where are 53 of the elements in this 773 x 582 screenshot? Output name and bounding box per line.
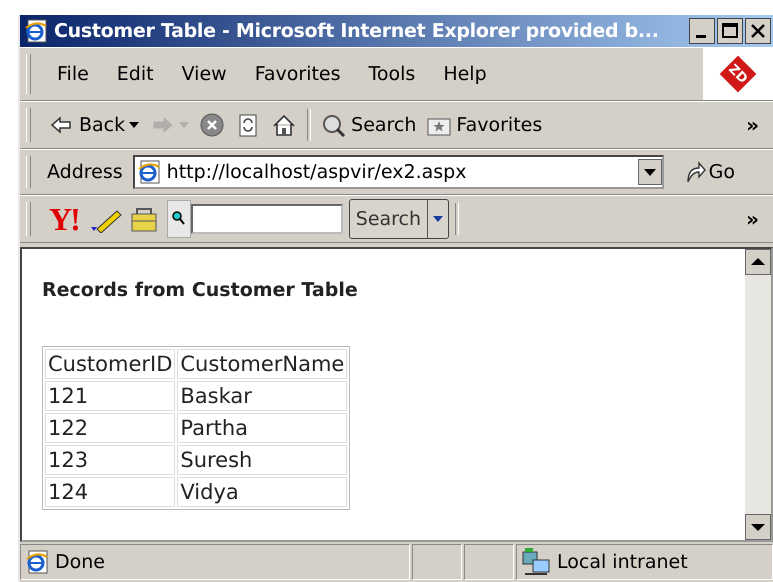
dropdown-icon <box>433 216 444 222</box>
home-button[interactable] <box>271 113 298 137</box>
table-cell: Partha <box>177 413 348 443</box>
table-cell: Vidya <box>177 477 348 507</box>
scroll-up-icon[interactable] <box>745 249 771 275</box>
scrollbar[interactable] <box>745 249 771 540</box>
scroll-down-icon[interactable] <box>745 514 771 540</box>
page-icon <box>136 159 161 185</box>
go-button[interactable]: Go <box>672 160 744 184</box>
browser-icon <box>24 18 48 44</box>
table-cell: 124 <box>45 477 176 507</box>
address-label: Address <box>47 161 124 183</box>
column-header: CustomerID <box>45 349 176 379</box>
status-pane <box>464 544 514 580</box>
menu-item[interactable]: Help <box>433 61 497 87</box>
page-icon <box>25 549 49 575</box>
column-header: CustomerName <box>177 349 348 379</box>
minimize-icon[interactable] <box>689 18 715 44</box>
dropdown-icon <box>129 122 140 128</box>
search-field[interactable] <box>190 204 343 234</box>
more-button[interactable]: » <box>732 207 773 231</box>
magnifier-icon[interactable] <box>166 200 191 238</box>
menu-item[interactable]: Tools <box>358 61 426 87</box>
menu-item[interactable]: Favorites <box>244 61 351 87</box>
dropdown-icon <box>179 122 190 128</box>
table-cell: 122 <box>45 413 176 443</box>
zone-label: Local intranet <box>557 551 688 573</box>
stop-button[interactable] <box>199 113 226 137</box>
dropdown-icon[interactable] <box>638 159 662 185</box>
status-text: Done <box>55 551 105 573</box>
table-cell: 121 <box>45 381 176 411</box>
menu-item[interactable]: Edit <box>106 61 164 87</box>
table-cell: Baskar <box>177 381 348 411</box>
search-button[interactable]: Search <box>348 199 450 239</box>
search-icon <box>321 113 348 137</box>
menu-item[interactable]: File <box>47 61 99 87</box>
window-title: Customer Table - Microsoft Internet Explorer provided b... <box>54 20 660 42</box>
search-button[interactable]: Search <box>321 113 416 137</box>
back-button[interactable]: Back <box>49 113 140 137</box>
table-cell: Suresh <box>177 445 348 475</box>
page-heading: Records from Customer Table <box>42 279 359 301</box>
favorites-button[interactable]: Favorites <box>426 113 542 137</box>
status-pane <box>412 544 462 580</box>
home-icon <box>271 113 298 137</box>
brand-logo: ZD <box>720 56 756 92</box>
network-icon <box>521 548 551 576</box>
address-field[interactable]: http://localhost/aspvir/ex2.aspx <box>132 155 664 189</box>
stop-icon <box>199 113 226 137</box>
table-cell: 123 <box>45 445 176 475</box>
close-icon[interactable] <box>745 18 771 44</box>
maximize-icon[interactable] <box>717 18 743 44</box>
menu-item[interactable]: View <box>172 61 237 87</box>
more-button[interactable]: » <box>732 113 773 137</box>
